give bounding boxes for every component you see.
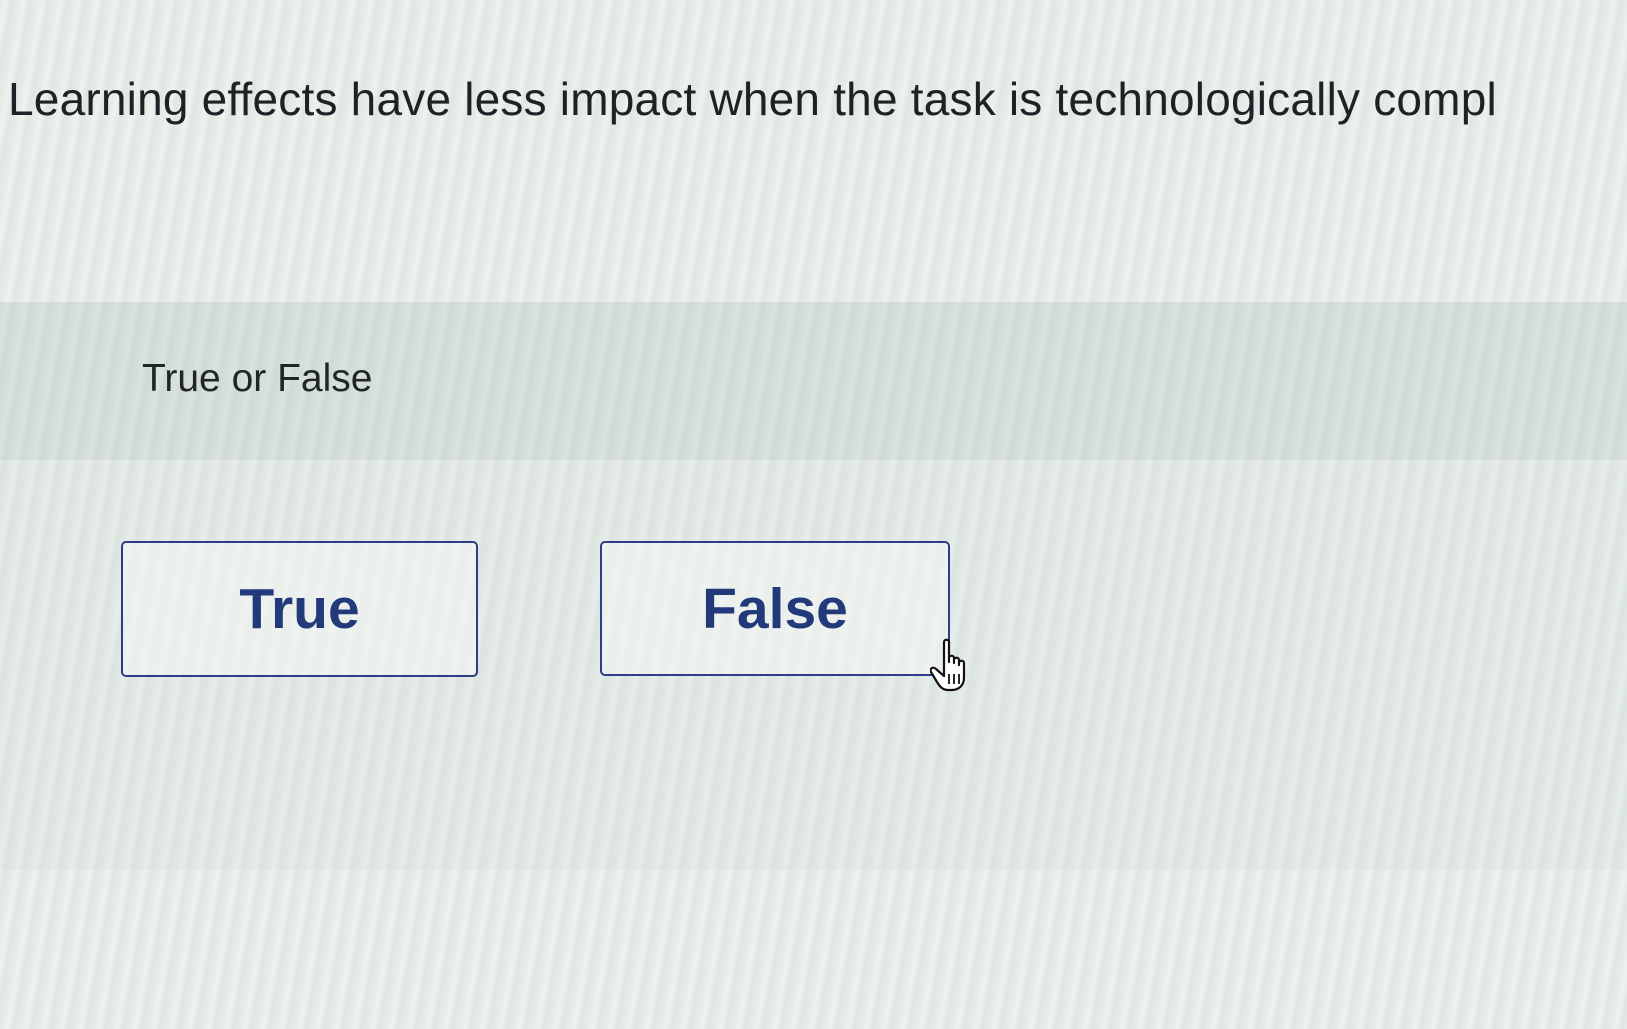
hand-pointer-icon <box>930 638 966 692</box>
true-button-label: True <box>239 577 360 641</box>
question-text: Learning effects have less impact when t… <box>8 73 1497 125</box>
false-button[interactable]: False <box>600 541 950 676</box>
true-button[interactable]: True <box>121 541 478 677</box>
false-button-label: False <box>702 576 848 641</box>
prompt-label: True or False <box>142 357 373 400</box>
